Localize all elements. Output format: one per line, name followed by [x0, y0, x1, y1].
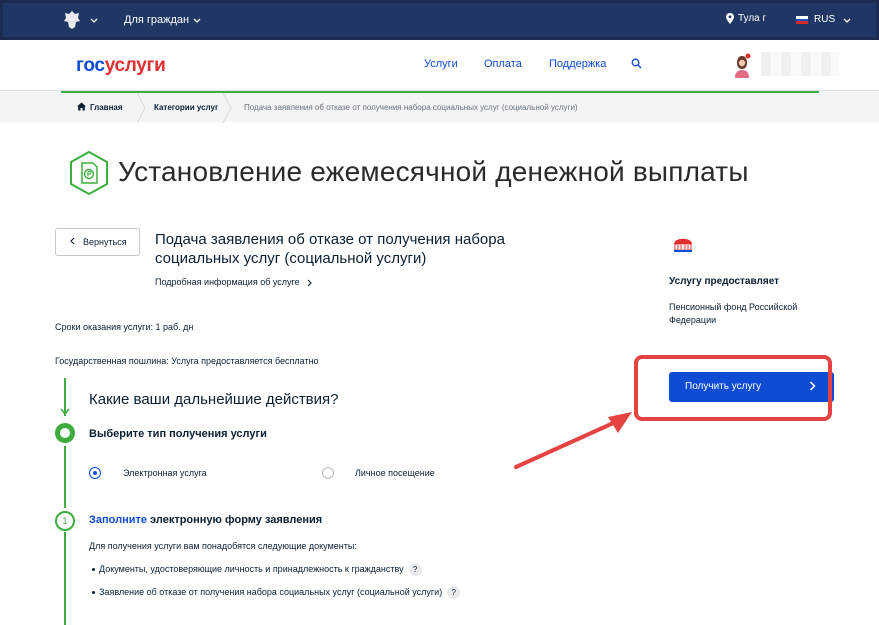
document-item-label: Документы, удостоверяющие личность и при…: [99, 563, 404, 574]
step-number: 1: [55, 511, 75, 531]
bullet: [92, 591, 95, 594]
next-actions-heading: Какие ваши дальнейшие действия?: [89, 391, 339, 408]
breadcrumb-home[interactable]: Главная: [90, 103, 123, 112]
breadcrumb-separator: [222, 93, 232, 123]
back-button[interactable]: Вернуться: [55, 228, 140, 256]
search-icon[interactable]: [631, 58, 642, 69]
home-icon[interactable]: [77, 102, 86, 111]
pension-fund-logo: [674, 238, 692, 252]
service-document-icon: [70, 151, 108, 195]
document-item: Заявление об отказе от получения набора …: [92, 586, 461, 599]
arrow-down-icon: [60, 408, 70, 416]
breadcrumb: Главная Категории услуг Подача заявления…: [0, 90, 879, 123]
step1-title: Выберите тип получения услуги: [89, 428, 267, 440]
breadcrumb-categories[interactable]: Категории услуг: [154, 103, 218, 112]
document-item: Документы, удостоверяющие личность и при…: [92, 563, 422, 576]
document-item-label: Заявление об отказе от получения набора …: [99, 586, 443, 597]
fill-form-link[interactable]: Заполните: [89, 514, 147, 526]
documents-intro: Для получения услуги вам понадобятся сле…: [89, 541, 357, 551]
chevron-right-icon: [307, 279, 312, 287]
step2-title: Заполните электронную форму заявления: [89, 514, 322, 526]
service-fee: Государственная пошлина: Услуга предоста…: [55, 356, 319, 366]
radio-personal-visit[interactable]: [322, 467, 334, 479]
service-name: Подача заявления об отказе от получения …: [155, 231, 505, 267]
breadcrumb-current: Подача заявления об отказе от получения …: [244, 103, 578, 112]
annotation-arrow: [514, 412, 632, 469]
progress-line: [64, 446, 66, 508]
service-terms: Сроки оказания услуги: 1 раб. дн: [55, 322, 194, 332]
radio-electronic-label[interactable]: Электронная услуга: [123, 468, 207, 478]
step2-title-rest: электронную форму заявления: [147, 514, 323, 526]
location-pin-icon[interactable]: [726, 13, 734, 24]
nav-support[interactable]: Поддержка: [549, 58, 606, 70]
top-bar: Для граждан Тула г RUS: [0, 0, 879, 40]
nav-payment[interactable]: Оплата: [484, 58, 522, 70]
chevron-down-icon[interactable]: [90, 17, 98, 25]
language-selector[interactable]: RUS: [814, 14, 835, 25]
service-details-link[interactable]: Подробная информация об услуге: [155, 277, 313, 287]
page-title: Установление ежемесячной денежной выплат…: [118, 156, 749, 187]
audience-dropdown[interactable]: Для граждан: [124, 14, 189, 26]
provider-heading: Услугу предоставляет: [669, 276, 780, 287]
location-selector[interactable]: Тула г: [738, 13, 766, 24]
provider-name: Пенсионный фонд Российской Федерации: [669, 302, 798, 325]
breadcrumb-accent-line: [61, 91, 819, 93]
logo-part-uslugi: услуги: [104, 55, 166, 76]
nav-services[interactable]: Услуги: [424, 58, 458, 70]
radio-personal-visit-label[interactable]: Личное посещение: [355, 468, 435, 478]
russian-flag-icon: [796, 16, 808, 24]
breadcrumb-separator: [136, 93, 146, 123]
chevron-down-icon[interactable]: [193, 17, 201, 25]
chevron-left-icon: [70, 237, 75, 245]
progress-line: [64, 532, 66, 625]
coat-of-arms-icon[interactable]: [63, 10, 81, 30]
radio-electronic[interactable]: [89, 467, 101, 479]
help-icon[interactable]: ?: [408, 563, 422, 576]
main-header: госуслуги Услуги Оплата Поддержка: [0, 40, 879, 90]
user-avatar[interactable]: [733, 52, 751, 78]
chevron-down-icon[interactable]: [843, 17, 851, 25]
back-button-label: Вернуться: [83, 237, 127, 247]
gosuslugi-logo[interactable]: госуслуги: [76, 55, 166, 77]
help-icon[interactable]: ?: [447, 586, 461, 599]
bullet: [92, 568, 95, 571]
highlight-frame: [634, 355, 832, 421]
step-indicator-active: [55, 423, 75, 443]
service-details-label: Подробная информация об услуге: [155, 277, 300, 287]
logo-part-gos: гос: [76, 55, 105, 76]
user-name-blurred[interactable]: [761, 52, 839, 76]
